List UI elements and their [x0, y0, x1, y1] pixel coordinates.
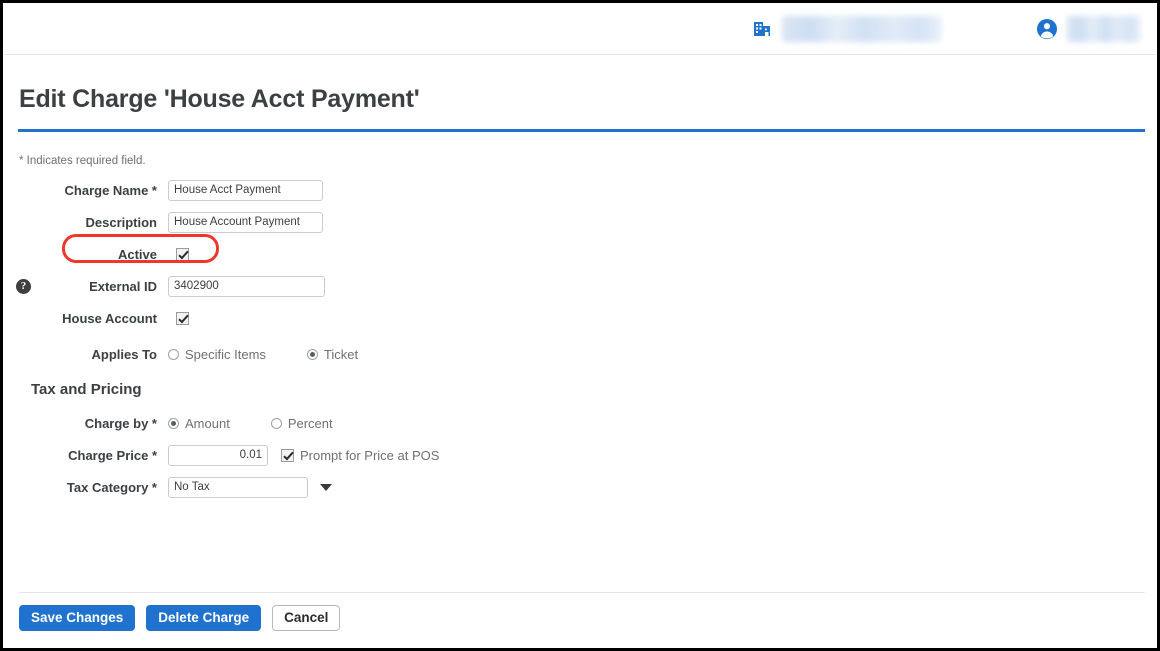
user-account-menu[interactable] [1036, 13, 1141, 45]
tax-and-pricing-heading: Tax and Pricing [31, 381, 142, 398]
page-title: Edit Charge 'House Acct Payment' [19, 85, 420, 113]
save-changes-button[interactable]: Save Changes [19, 605, 136, 631]
tax-category-label: Tax Category * [66, 479, 157, 495]
radio-specific-items[interactable]: Specific Items [168, 347, 266, 362]
row-house-account: House Account [3, 303, 1157, 333]
radio-amount-label: Amount [185, 415, 230, 431]
radio-amount[interactable]: Amount [168, 416, 230, 431]
tax-category-field [168, 476, 332, 498]
active-field [168, 247, 189, 261]
charge-name-field [168, 179, 323, 201]
external-id-label: External ID [89, 278, 157, 294]
help-question-icon[interactable]: ? [16, 278, 31, 294]
charge-name-label: Charge Name * [64, 182, 157, 198]
tax-category-select[interactable] [168, 476, 308, 498]
description-field [168, 211, 323, 233]
radio-specific-items-label: Specific Items [185, 346, 266, 362]
form-action-bar: Save Changes Delete Charge Cancel [19, 605, 341, 631]
radio-ticket[interactable]: Ticket [306, 346, 359, 362]
row-applies-to: Applies To Specific Items Ticket [3, 339, 1157, 369]
applies-to-field: Specific Items Ticket [168, 347, 358, 362]
row-active: Active [3, 239, 1157, 269]
house-account-field [168, 311, 189, 325]
charge-price-field: Prompt for Price at POS [168, 444, 439, 466]
row-charge-price: Charge Price * Prompt for Price at POS [3, 440, 1157, 470]
delete-charge-button[interactable]: Delete Charge [146, 605, 262, 631]
required-field-note: * Indicates required field. [19, 155, 146, 167]
charge-price-label: Charge Price * [68, 447, 157, 463]
applies-to-label: Applies To [91, 346, 157, 362]
edit-charge-form: Charge Name * Description Active ? Exter… [3, 175, 1157, 504]
footer-divider [19, 592, 1145, 593]
row-charge-name: Charge Name * [3, 175, 1157, 205]
company-selector[interactable] [751, 13, 942, 45]
row-charge-by: Charge by * Amount Percent [3, 408, 1157, 438]
description-input[interactable] [168, 211, 323, 233]
cancel-button[interactable]: Cancel [272, 605, 341, 631]
charge-by-field: Amount Percent [168, 416, 333, 431]
active-checkbox[interactable] [176, 247, 189, 261]
external-id-input[interactable] [168, 275, 325, 297]
radio-circle-icon [168, 417, 179, 429]
radio-circle-icon [306, 348, 318, 360]
title-underline-rule [18, 129, 1145, 132]
house-account-checkbox[interactable] [176, 311, 189, 325]
user-account-icon [1036, 18, 1058, 40]
top-header-bar [3, 3, 1157, 55]
row-external-id: ? External ID [3, 271, 1157, 301]
row-description: Description [3, 207, 1157, 237]
row-tax-category: Tax Category * [3, 472, 1157, 502]
description-label: Description [85, 214, 157, 230]
radio-circle-icon [270, 417, 282, 429]
company-name-redacted [782, 15, 942, 42]
house-account-label: House Account [62, 310, 157, 326]
user-name-redacted [1067, 15, 1141, 42]
radio-circle-icon [168, 348, 179, 360]
radio-percent[interactable]: Percent [270, 415, 333, 431]
radio-percent-label: Percent [287, 415, 333, 431]
chevron-down-icon[interactable] [320, 483, 332, 491]
prompt-for-price-label: Prompt for Price at POS [300, 447, 440, 463]
active-label: Active [117, 246, 157, 262]
edit-charge-page: Edit Charge 'House Acct Payment' * Indic… [0, 0, 1160, 651]
external-id-field [168, 275, 325, 297]
external-id-help[interactable]: ? [3, 278, 37, 294]
prompt-for-price-option[interactable]: Prompt for Price at POS [281, 448, 439, 463]
building-icon [751, 18, 773, 40]
charge-name-input[interactable] [168, 179, 323, 201]
charge-price-input[interactable] [168, 444, 268, 466]
radio-ticket-label: Ticket [323, 346, 359, 362]
charge-by-label: Charge by * [84, 415, 157, 431]
prompt-for-price-checkbox[interactable] [281, 448, 294, 462]
